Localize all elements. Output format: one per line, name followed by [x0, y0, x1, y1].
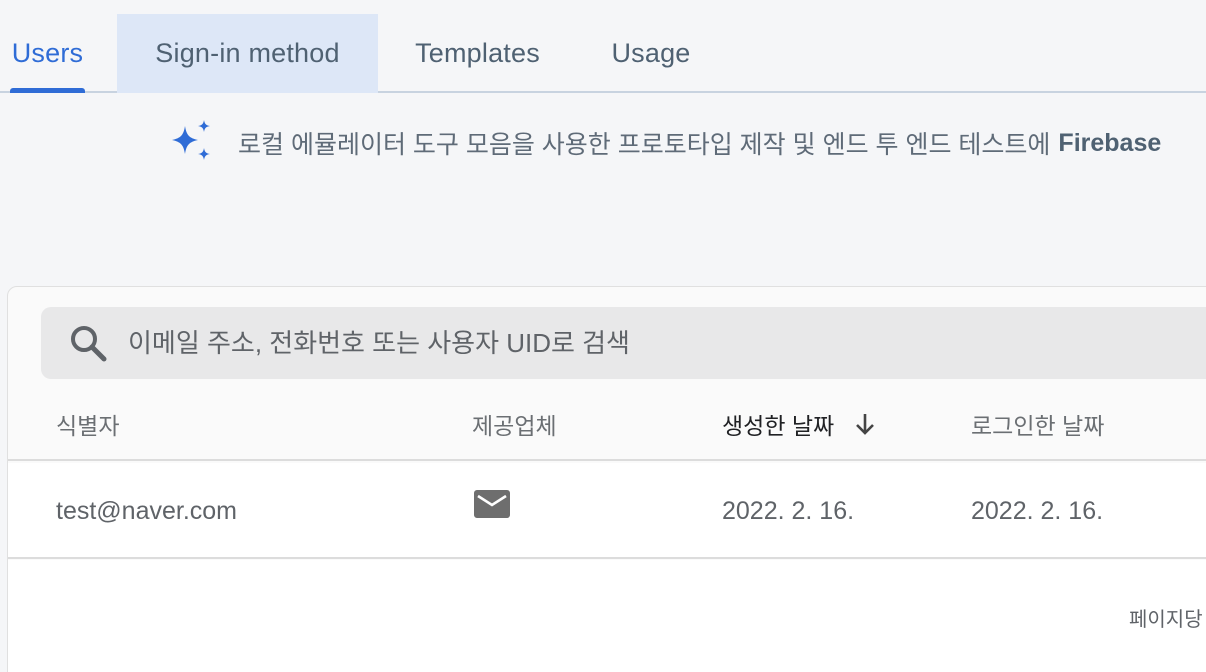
cell-provider [473, 463, 511, 559]
search-input[interactable] [128, 327, 1028, 359]
header-created-label: 생성한 날짜 [722, 413, 835, 439]
active-tab-indicator [10, 88, 85, 93]
tab-sign-in-method[interactable]: Sign-in method [117, 14, 378, 93]
header-signed-in-date[interactable]: 로그인한 날짜 [971, 387, 1104, 461]
rows-per-page-text: 페이지당 [1129, 609, 1203, 631]
table-header: 식별자 제공업체 생성한 날짜 로그인한 날짜 [8, 387, 1206, 461]
header-signed-in-label: 로그인한 날짜 [971, 413, 1105, 439]
table-row[interactable]: test@naver.com 2022. 2. 16. 2022. 2. 16. [8, 463, 1206, 559]
tab-templates[interactable]: Templates [402, 14, 553, 93]
header-identifier: 식별자 [56, 387, 119, 461]
tab-users[interactable]: Users [10, 14, 85, 93]
header-provider: 제공업체 [472, 387, 557, 461]
tab-templates-label: Templates [415, 38, 540, 68]
header-provider-label: 제공업체 [472, 413, 557, 439]
cell-signed-in-date: 2022. 2. 16. [971, 463, 1103, 559]
banner-firebase: Firebase [1058, 128, 1162, 157]
tab-usage-label: Usage [611, 38, 691, 68]
arrow-down-icon[interactable] [852, 411, 878, 437]
header-created-date[interactable]: 생성한 날짜 [722, 387, 878, 461]
header-identifier-label: 식별자 [56, 413, 120, 439]
cell-created-date: 2022. 2. 16. [722, 463, 854, 559]
cell-identifier: test@naver.com [56, 463, 237, 559]
tab-usage[interactable]: Usage [604, 14, 698, 93]
signed-in-date-value: 2022. 2. 16. [971, 496, 1104, 525]
tab-sign-in-method-label: Sign-in method [155, 38, 340, 68]
banner-text: 로컬 에뮬레이터 도구 모음을 사용한 프로토타입 제작 및 엔드 투 엔드 테… [238, 131, 1051, 159]
tab-users-label: Users [11, 38, 84, 68]
search-bar[interactable] [41, 307, 1206, 379]
page: Users Sign-in method Templates Usage 로컬 … [0, 0, 1206, 672]
created-date-value: 2022. 2. 16. [722, 496, 855, 525]
emulator-banner[interactable]: 로컬 에뮬레이터 도구 모음을 사용한 프로토타입 제작 및 엔드 투 엔드 테… [166, 118, 1161, 168]
rows-per-page-label: 페이지당 [1129, 603, 1203, 632]
identifier-value: test@naver.com [56, 496, 238, 525]
search-icon [71, 326, 107, 362]
sparkle-icon [172, 120, 210, 160]
table-footer [8, 560, 1206, 672]
tab-bar: Users Sign-in method Templates Usage [0, 14, 1206, 93]
users-card: 식별자 제공업체 생성한 날짜 로그인한 날짜 test@naver.com [7, 286, 1206, 672]
email-icon [474, 490, 510, 518]
